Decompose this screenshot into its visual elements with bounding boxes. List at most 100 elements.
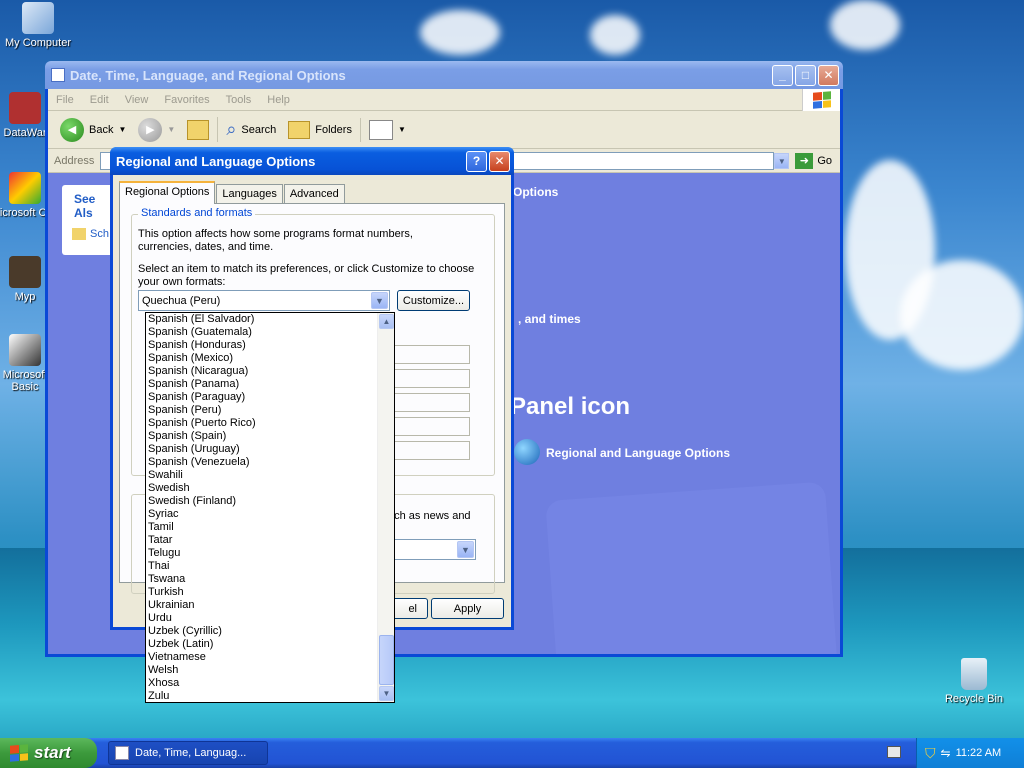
format-option[interactable]: Spanish (Peru) bbox=[146, 404, 377, 417]
dialog-titlebar[interactable]: Regional and Language Options ? ✕ bbox=[110, 147, 514, 175]
menu-file[interactable]: File bbox=[48, 94, 82, 106]
window-icon bbox=[115, 746, 129, 760]
scroll-down-button[interactable]: ▼ bbox=[379, 686, 394, 701]
format-option[interactable]: Spanish (Spain) bbox=[146, 430, 377, 443]
format-option[interactable]: Swahili bbox=[146, 469, 377, 482]
format-option[interactable]: Spanish (Venezuela) bbox=[146, 456, 377, 469]
views-button[interactable]: ▼ bbox=[359, 117, 410, 142]
see-also-pane: See Als Sch bbox=[62, 185, 116, 255]
tab-languages[interactable]: Languages bbox=[216, 184, 283, 204]
security-shield-icon[interactable]: ⛉ bbox=[925, 745, 936, 762]
sample-time bbox=[388, 393, 470, 412]
address-dropdown-button[interactable]: ▼ bbox=[774, 152, 790, 169]
format-option[interactable]: Zulu bbox=[146, 690, 377, 702]
format-option[interactable]: Spanish (El Salvador) bbox=[146, 313, 377, 326]
location-description: uch as news and bbox=[388, 510, 471, 522]
see-also-item[interactable]: Sch bbox=[62, 220, 116, 240]
visual-basic-icon bbox=[9, 334, 41, 366]
scroll-up-button[interactable]: ▲ bbox=[379, 314, 394, 329]
up-folder-icon bbox=[187, 119, 210, 140]
menu-view[interactable]: View bbox=[117, 94, 157, 106]
dropdown-scrollbar[interactable]: ▲ ▼ bbox=[377, 313, 394, 702]
format-dropdown-list[interactable]: Spanish (El Salvador) Spanish (Guatemala)… bbox=[145, 312, 395, 703]
tab-advanced[interactable]: Advanced bbox=[283, 184, 345, 204]
format-option[interactable]: Welsh bbox=[146, 664, 377, 677]
search-icon: ⌕ bbox=[226, 119, 237, 139]
chevron-down-icon[interactable]: ▼ bbox=[457, 541, 474, 558]
regional-options-link[interactable]: Regional and Language Options bbox=[546, 446, 730, 460]
format-description: This option affects how some programs fo… bbox=[138, 228, 413, 253]
explorer-title: Date, Time, Language, and Regional Optio… bbox=[70, 67, 346, 83]
customize-button[interactable]: Customize... bbox=[397, 290, 470, 311]
sample-numbers bbox=[388, 345, 470, 364]
location-select[interactable]: ▼ bbox=[388, 539, 476, 560]
explorer-titlebar[interactable]: Date, Time, Language, and Regional Optio… bbox=[45, 61, 843, 89]
format-option[interactable]: Spanish (Guatemala) bbox=[146, 326, 377, 339]
search-button[interactable]: ⌕ Search bbox=[217, 117, 280, 142]
format-option[interactable]: Xhosa bbox=[146, 677, 377, 690]
network-icon[interactable]: ⇋ bbox=[941, 746, 951, 760]
globe-icon[interactable] bbox=[514, 439, 540, 465]
tab-regional-options[interactable]: Regional Options bbox=[119, 181, 216, 204]
sample-currency bbox=[388, 369, 470, 388]
options-heading: Options bbox=[513, 185, 559, 199]
format-option[interactable]: Uzbek (Cyrillic) bbox=[146, 625, 377, 638]
format-option[interactable]: Spanish (Paraguay) bbox=[146, 391, 377, 404]
format-select[interactable]: Quechua (Peru) ▼ bbox=[138, 290, 390, 311]
chevron-down-icon[interactable]: ▼ bbox=[371, 292, 388, 309]
format-option[interactable]: Uzbek (Latin) bbox=[146, 638, 377, 651]
start-button[interactable]: start bbox=[0, 738, 97, 768]
taskbar: start Date, Time, Languag... ⛉ ⇋ 11:22 A… bbox=[0, 738, 1024, 768]
desktop-icon-recycle-bin[interactable]: Recycle Bin bbox=[939, 658, 1009, 705]
system-tray: ⛉ ⇋ 11:22 AM bbox=[916, 738, 1024, 768]
menu-favorites[interactable]: Favorites bbox=[156, 94, 217, 106]
folders-button[interactable]: Folders bbox=[284, 119, 356, 141]
watermark-graphic bbox=[545, 481, 840, 654]
back-button[interactable]: ◀ Back ▼ bbox=[56, 116, 130, 144]
format-option[interactable]: Turkish bbox=[146, 586, 377, 599]
task-link[interactable]: , and times bbox=[518, 312, 581, 326]
menu-edit[interactable]: Edit bbox=[82, 94, 117, 106]
help-button[interactable]: ? bbox=[466, 150, 487, 172]
chevron-down-icon[interactable]: ▼ bbox=[118, 125, 126, 134]
close-button[interactable]: ✕ bbox=[818, 64, 839, 86]
format-option[interactable]: Thai bbox=[146, 560, 377, 573]
window-icon bbox=[51, 68, 65, 82]
format-option[interactable]: Telugu bbox=[146, 547, 377, 560]
keyboard-icon[interactable] bbox=[887, 746, 901, 758]
format-option[interactable]: Spanish (Nicaragua) bbox=[146, 365, 377, 378]
format-option[interactable]: Swedish (Finland) bbox=[146, 495, 377, 508]
format-option[interactable]: Tatar bbox=[146, 534, 377, 547]
minimize-button[interactable]: _ bbox=[772, 64, 793, 86]
format-option[interactable]: Spanish (Uruguay) bbox=[146, 443, 377, 456]
desktop-icon-my-computer[interactable]: My Computer bbox=[3, 2, 73, 49]
format-option[interactable]: Syriac bbox=[146, 508, 377, 521]
format-option[interactable]: Tswana bbox=[146, 573, 377, 586]
sample-long-date bbox=[388, 441, 470, 460]
format-option[interactable]: Tamil bbox=[146, 521, 377, 534]
maximize-button[interactable]: □ bbox=[795, 64, 816, 86]
format-option[interactable]: Spanish (Puerto Rico) bbox=[146, 417, 377, 430]
folders-icon bbox=[288, 120, 311, 139]
format-option[interactable]: Vietnamese bbox=[146, 651, 377, 664]
forward-button[interactable]: ▶ ▼ bbox=[134, 116, 179, 144]
taskbar-item-explorer[interactable]: Date, Time, Languag... bbox=[108, 741, 268, 765]
menu-help[interactable]: Help bbox=[259, 94, 298, 106]
dialog-close-button[interactable]: ✕ bbox=[489, 150, 510, 172]
dialog-title: Regional and Language Options bbox=[116, 153, 316, 169]
apply-button[interactable]: Apply bbox=[431, 598, 504, 619]
scroll-thumb[interactable] bbox=[379, 635, 394, 685]
menu-tools[interactable]: Tools bbox=[218, 94, 260, 106]
toolbar: ◀ Back ▼ ▶ ▼ ⌕ Search Folders ▼ bbox=[48, 111, 840, 149]
up-folder-button[interactable] bbox=[183, 118, 213, 142]
clock[interactable]: 11:22 AM bbox=[956, 747, 1002, 759]
format-option[interactable]: Urdu bbox=[146, 612, 377, 625]
format-option[interactable]: Spanish (Mexico) bbox=[146, 352, 377, 365]
standards-group-title: Standards and formats bbox=[138, 207, 256, 219]
format-option[interactable]: Ukrainian bbox=[146, 599, 377, 612]
format-option[interactable]: Spanish (Honduras) bbox=[146, 339, 377, 352]
format-option[interactable]: Spanish (Panama) bbox=[146, 378, 377, 391]
datawar-icon bbox=[9, 92, 41, 124]
go-button[interactable]: ➜ Go bbox=[789, 152, 840, 169]
format-option[interactable]: Swedish bbox=[146, 482, 377, 495]
